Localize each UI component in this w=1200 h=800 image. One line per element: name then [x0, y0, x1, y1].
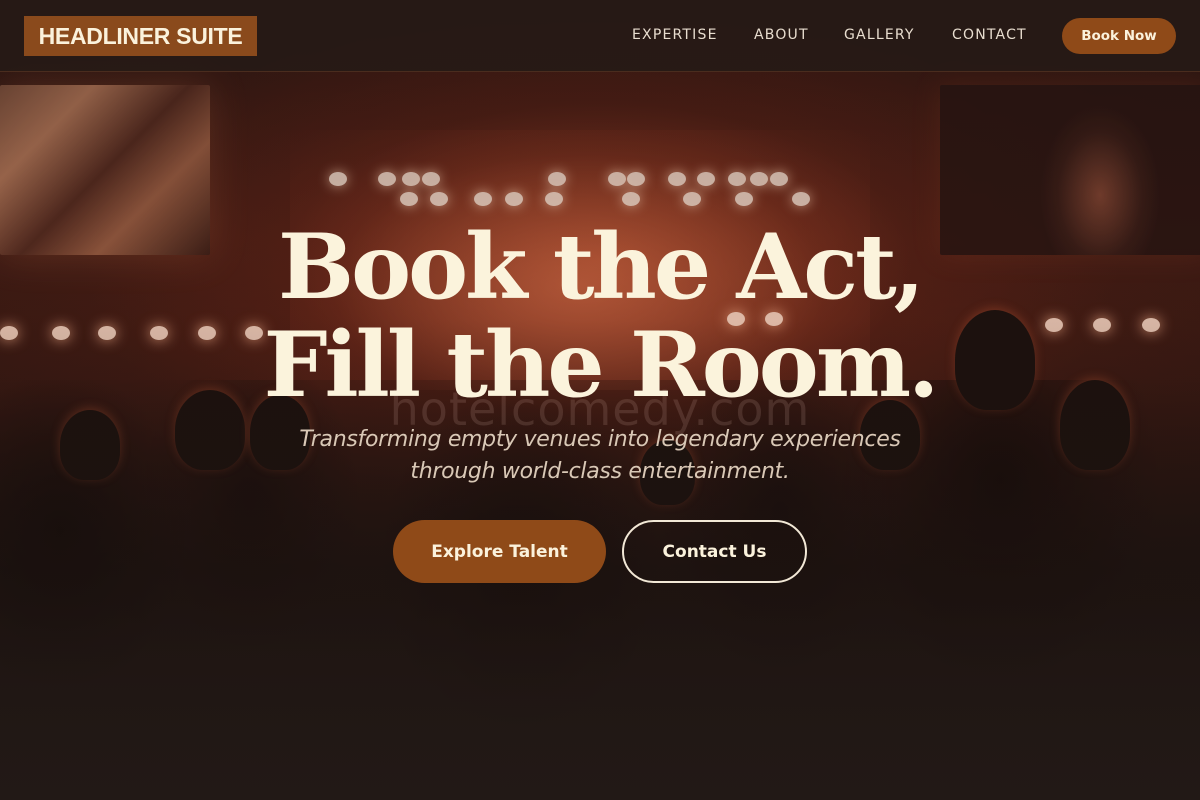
hero-headline-line-1: Book the Act,	[278, 214, 925, 320]
hero-headline: Book the Act, Fill the Room.	[0, 218, 1200, 414]
hero-headline-line-2: Fill the Room.	[263, 312, 940, 418]
brand-logo[interactable]: HEADLINER SUITE	[24, 16, 257, 56]
explore-talent-button[interactable]: Explore Talent	[393, 520, 606, 583]
hero-subtitle: Transforming empty venues into legendary…	[0, 424, 1200, 488]
hero-section: hotelcomedy.com Book the Act, Fill the R…	[0, 0, 1200, 800]
nav-link-contact[interactable]: CONTACT	[952, 27, 1027, 43]
top-navbar: HEADLINER SUITE EXPERTISE ABOUT GALLERY …	[0, 0, 1200, 72]
nav-link-about[interactable]: ABOUT	[754, 27, 809, 43]
nav-link-expertise[interactable]: EXPERTISE	[632, 27, 718, 43]
nav-link-gallery[interactable]: GALLERY	[844, 27, 915, 43]
hero-subtitle-line-1: Transforming empty venues into legendary…	[299, 427, 901, 452]
hero-subtitle-line-2: through world-class entertainment.	[410, 459, 790, 484]
contact-us-button[interactable]: Contact Us	[622, 520, 807, 583]
book-now-button[interactable]: Book Now	[1062, 18, 1176, 54]
